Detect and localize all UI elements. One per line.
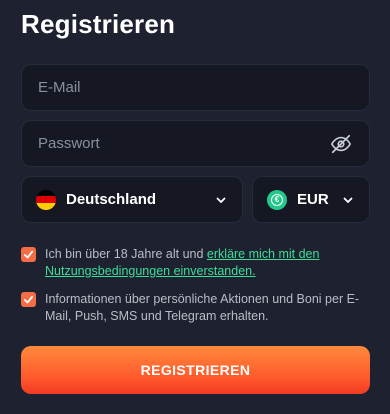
password-field[interactable] [38,135,329,152]
page-title: Registrieren [21,9,176,39]
terms-consent-row: Ich bin über 18 Jahre alt und erkläre mi… [21,246,370,280]
country-select[interactable]: Deutschland [21,176,243,223]
chevron-down-icon [341,193,355,207]
terms-consent-prefix: Ich bin über 18 Jahre alt und [45,247,207,261]
chevron-down-icon [214,193,228,207]
checkmark-icon [23,295,34,304]
registration-form: Registrieren Deutschland € [0,0,390,414]
currency-select-label: EUR [297,191,329,208]
marketing-checkbox[interactable] [21,292,36,307]
email-field-container [21,64,370,111]
terms-consent-text: Ich bin über 18 Jahre alt und erkläre mi… [45,246,370,280]
eye-off-icon[interactable] [329,132,353,156]
checkmark-icon [23,250,34,259]
marketing-consent-row: Informationen über persönliche Aktionen … [21,291,370,325]
country-select-label: Deutschland [66,191,157,208]
currency-select[interactable]: € EUR [252,176,370,223]
terms-checkbox[interactable] [21,247,36,262]
marketing-consent-text: Informationen über persönliche Aktionen … [45,292,360,323]
germany-flag-icon [36,189,56,210]
euro-icon: € [267,189,287,210]
email-field[interactable] [38,79,353,96]
password-field-container [21,120,370,167]
register-button[interactable]: REGISTRIEREN [21,346,370,394]
